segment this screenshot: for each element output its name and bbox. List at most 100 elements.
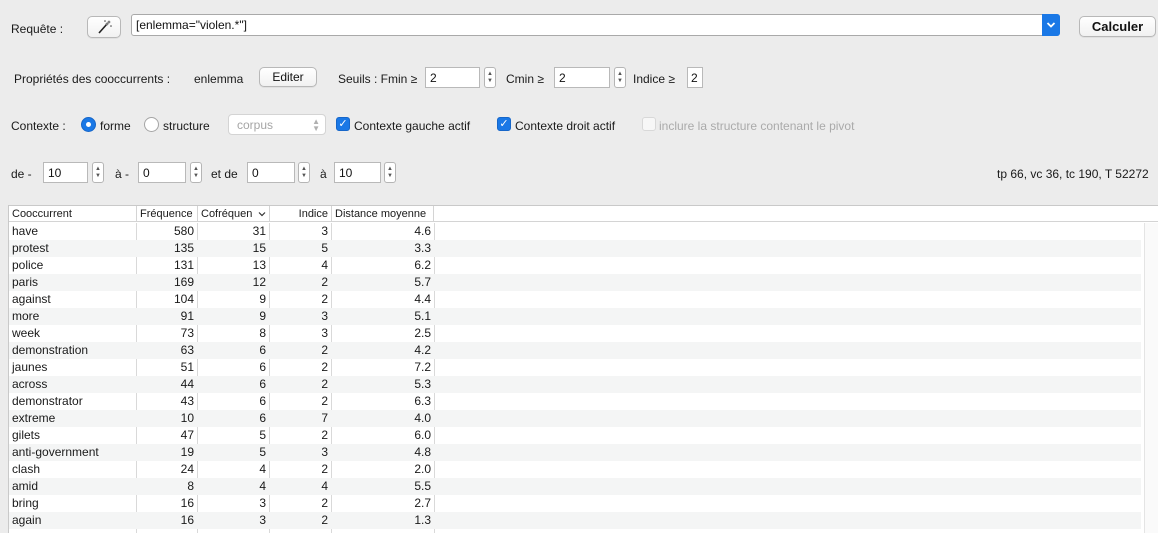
query-history-dropdown[interactable] (1042, 14, 1060, 36)
left-context-checkbox[interactable]: ✓ (336, 117, 350, 131)
cell-cofreq: 6 (259, 343, 266, 357)
fmin-input[interactable]: 2 (425, 67, 480, 88)
cmin-label: Cmin ≥ (506, 72, 544, 86)
table-row[interactable]: anti-government 19 5 3 4.8 (9, 444, 1141, 461)
cell-dist: 6.0 (414, 428, 431, 442)
magic-wand-icon (98, 20, 112, 34)
table-row[interactable]: demonstrator 43 6 2 6.3 (9, 393, 1141, 410)
table-row[interactable]: jaunes 51 6 2 7.2 (9, 359, 1141, 376)
cell-freq: 91 (180, 309, 194, 323)
table-row[interactable]: demonstration 63 6 2 4.2 (9, 342, 1141, 359)
structure-select[interactable]: corpus ▲ ▼ (228, 114, 326, 135)
cell-freq: 63 (180, 343, 194, 357)
header-frequence[interactable]: Fréquence (137, 206, 198, 222)
table-row[interactable]: clash 24 4 2 2.0 (9, 461, 1141, 478)
table-row[interactable]: protest 135 15 5 3.3 (9, 240, 1141, 257)
left-context-label: Contexte gauche actif (354, 119, 471, 133)
cell-cofreq: 4 (259, 479, 266, 493)
cmin-input[interactable]: 2 (554, 67, 610, 88)
table-row[interactable]: against 104 9 2 4.4 (9, 291, 1141, 308)
cell-dist: 5.1 (414, 309, 431, 323)
table-row[interactable]: extreme 10 6 7 4.0 (9, 410, 1141, 427)
cell-cofreq: 3 (259, 496, 266, 510)
range-a2-label: à (320, 167, 327, 181)
cell-indice: 3 (321, 224, 328, 238)
cell-indice: 3 (321, 309, 328, 323)
cell-freq: 169 (173, 275, 194, 289)
table-header: Cooccurrent Fréquence Cofréquen Indice D… (9, 206, 1158, 222)
table-row[interactable]: across 44 6 2 5.3 (9, 376, 1141, 393)
table-row[interactable]: paris 169 12 2 5.7 (9, 274, 1141, 291)
cell-indice: 2 (321, 343, 328, 357)
cell-word: extreme (12, 411, 56, 425)
header-distance[interactable]: Distance moyenne (332, 206, 434, 222)
table-row[interactable]: amid 8 4 4 5.5 (9, 478, 1141, 495)
cell-freq: 73 (180, 326, 194, 340)
query-input[interactable]: [enlemma="violen.*"] (131, 14, 1060, 36)
cell-indice: 2 (321, 292, 328, 306)
cell-word: gilets (12, 428, 41, 442)
table-row[interactable]: again 16 3 2 1.3 (9, 512, 1141, 529)
cell-word: across (12, 377, 48, 391)
table-row[interactable]: bring 16 3 2 2.7 (9, 495, 1141, 512)
range-a2-stepper[interactable]: ▲ ▼ (384, 162, 396, 183)
cell-cofreq: 12 (252, 275, 266, 289)
range-a2-input[interactable]: 10 (334, 162, 381, 183)
cell-dist: 2.7 (414, 496, 431, 510)
edit-properties-button[interactable]: Editer (259, 67, 317, 87)
table-row[interactable]: have 580 31 3 4.6 (9, 223, 1141, 240)
cell-word: bring (12, 496, 39, 510)
range-et-de-stepper[interactable]: ▲ ▼ (298, 162, 310, 183)
cell-dist: 6.2 (414, 258, 431, 272)
header-cofrequence[interactable]: Cofréquen (198, 206, 270, 222)
cell-word: week (12, 326, 41, 340)
table-body: have 580 31 3 4.6 protest 135 15 5 3.3 police 131 13… (9, 223, 1141, 529)
cell-indice: 2 (321, 275, 328, 289)
header-cooccurrent[interactable]: Cooccurrent (9, 206, 137, 222)
fmin-stepper[interactable]: ▲ ▼ (484, 67, 496, 88)
indice-label: Indice ≥ (633, 72, 675, 86)
table-row[interactable]: more 91 9 3 5.1 (9, 308, 1141, 325)
cell-cofreq: 6 (259, 394, 266, 408)
indice-input[interactable]: 2 (687, 67, 703, 88)
range-et-de-input[interactable]: 0 (247, 162, 295, 183)
seuils-fmin-label: Seuils : Fmin ≥ (338, 72, 418, 86)
cell-cofreq: 6 (259, 360, 266, 374)
right-context-checkbox[interactable]: ✓ (497, 117, 511, 131)
cell-dist: 4.6 (414, 224, 431, 238)
cell-cofreq: 8 (259, 326, 266, 340)
table-scrollbar[interactable] (1144, 223, 1158, 533)
cell-cofreq: 9 (259, 292, 266, 306)
cell-indice: 3 (321, 326, 328, 340)
cell-cofreq: 31 (252, 224, 266, 238)
cell-indice: 3 (321, 445, 328, 459)
calculate-button[interactable]: Calculer (1079, 16, 1156, 37)
range-de-input[interactable]: 10 (43, 162, 88, 183)
table-row[interactable]: week 73 8 3 2.5 (9, 325, 1141, 342)
cell-cofreq: 3 (259, 513, 266, 527)
range-de-label: de - (11, 167, 32, 181)
range-a-input[interactable]: 0 (138, 162, 186, 183)
cell-freq: 43 (180, 394, 194, 408)
cell-dist: 5.7 (414, 275, 431, 289)
cell-dist: 4.0 (414, 411, 431, 425)
cell-freq: 10 (180, 411, 194, 425)
cell-freq: 131 (173, 258, 194, 272)
sort-descending-icon (258, 212, 266, 217)
query-assistant-button[interactable] (87, 16, 121, 38)
forme-radio[interactable] (81, 117, 96, 132)
cmin-stepper[interactable]: ▲ ▼ (614, 67, 626, 88)
cell-dist: 2.0 (414, 462, 431, 476)
cell-cofreq: 6 (259, 411, 266, 425)
include-structure-checkbox[interactable] (642, 117, 656, 131)
cell-cofreq: 6 (259, 377, 266, 391)
range-de-stepper[interactable]: ▲ ▼ (92, 162, 104, 183)
cell-cofreq: 4 (259, 462, 266, 476)
header-indice[interactable]: Indice (270, 206, 332, 222)
range-a-stepper[interactable]: ▲ ▼ (190, 162, 202, 183)
structure-radio[interactable] (144, 117, 159, 132)
table-row[interactable]: gilets 47 5 2 6.0 (9, 427, 1141, 444)
cooccurrents-table: Cooccurrent Fréquence Cofréquen Indice D… (8, 205, 1158, 533)
include-structure-label: inclure la structure contenant le pivot (659, 119, 855, 133)
table-row[interactable]: police 131 13 4 6.2 (9, 257, 1141, 274)
